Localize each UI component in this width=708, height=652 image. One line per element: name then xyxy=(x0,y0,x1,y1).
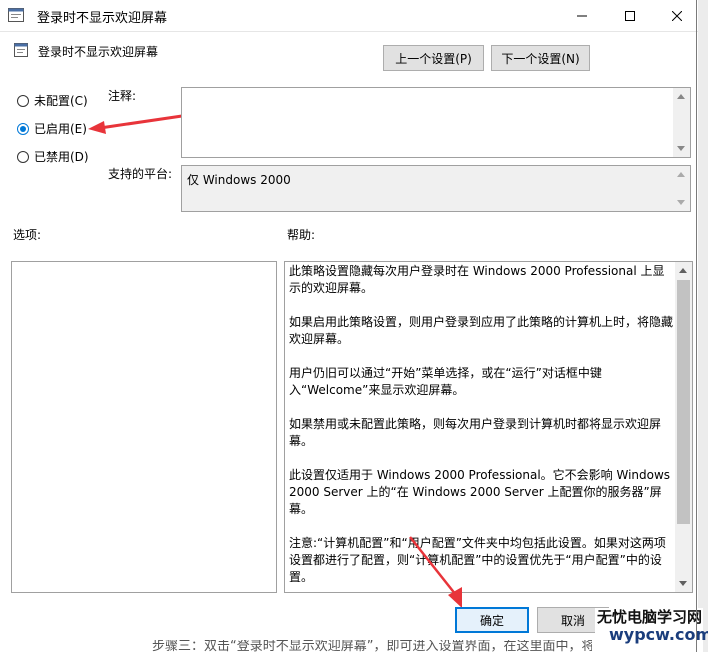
radio-enabled-circle[interactable] xyxy=(17,122,29,135)
radio-disabled-label: 已禁用(D) xyxy=(34,150,89,164)
watermark-line2: wypcw.com xyxy=(609,625,708,644)
options-pane xyxy=(11,261,277,593)
scroll-up-icon xyxy=(677,94,685,99)
radio-enabled-label: 已启用(E) xyxy=(34,122,87,136)
scroll-down-icon xyxy=(677,146,685,151)
help-paragraph: 用户仍旧可以通过“开始”菜单选择，或在“运行”对话框中键入“Welcome”来显… xyxy=(289,366,602,397)
window-title: 登录时不显示欢迎屏幕 xyxy=(37,11,168,26)
scroll-down-icon xyxy=(679,581,687,586)
article-caption-text: 步骤三：双击“登录时不显示欢迎屏幕”，即可进入设置界面，在这里面中，将 xyxy=(152,640,592,652)
scroll-down-icon xyxy=(677,200,685,205)
scroll-up-icon xyxy=(679,268,687,273)
radio-enabled[interactable]: 已启用(E) xyxy=(17,120,87,137)
help-paragraph: 如果禁用或未配置此策略，则每次用户登录到计算机时都将显示欢迎屏幕。 xyxy=(289,417,662,448)
radio-disabled-circle[interactable] xyxy=(17,150,29,163)
help-paragraph: 如果启用此策略设置，则用户登录到应用了此策略的计算机上时，将隐藏欢迎屏幕。 xyxy=(289,315,674,346)
help-scrollbar[interactable] xyxy=(675,262,692,592)
comment-textarea[interactable] xyxy=(181,87,691,158)
scroll-up-icon xyxy=(677,172,685,177)
annotation-arrow-ok xyxy=(409,536,462,608)
options-section-label: 选项: xyxy=(13,228,42,242)
policy-setting-icon xyxy=(14,43,28,57)
article-caption: 步骤三：双击“登录时不显示欢迎屏幕”，即可进入设置界面，在这里面中，将 xyxy=(152,640,592,652)
close-icon xyxy=(672,10,682,21)
policy-name: 登录时不显示欢迎屏幕 xyxy=(38,45,159,59)
policy-window-icon xyxy=(8,8,24,22)
close-button[interactable] xyxy=(654,0,700,31)
watermark-line1: 无忧电脑学习网 xyxy=(597,608,703,626)
platform-label: 支持的平台: xyxy=(108,167,173,181)
radio-disabled[interactable]: 已禁用(D) xyxy=(17,148,89,165)
help-text: 此策略设置隐藏每次用户登录时在 Windows 2000 Professiona… xyxy=(289,263,674,603)
ok-button[interactable]: 确定 xyxy=(455,607,529,633)
comment-label: 注释: xyxy=(108,89,137,103)
title-bar: 登录时不显示欢迎屏幕 xyxy=(0,0,698,32)
platform-scrollbar[interactable] xyxy=(673,166,690,211)
radio-not-configured[interactable]: 未配置(C) xyxy=(17,92,88,109)
platform-field: 仅 Windows 2000 xyxy=(181,165,691,212)
background-window-strip xyxy=(698,0,708,652)
help-paragraph: 此设置仅适用于 Windows 2000 Professional。它不会影响 … xyxy=(289,468,671,516)
comment-scrollbar[interactable] xyxy=(673,88,690,157)
annotation-arrow-enabled xyxy=(88,114,183,134)
radio-not-configured-label: 未配置(C) xyxy=(34,94,88,108)
platform-value: 仅 Windows 2000 xyxy=(187,173,291,187)
minimize-button[interactable] xyxy=(559,0,605,31)
help-scrollbar-thumb[interactable] xyxy=(677,280,690,524)
next-setting-button[interactable]: 下一个设置(N) xyxy=(491,45,590,71)
maximize-icon xyxy=(625,10,635,21)
previous-setting-button[interactable]: 上一个设置(P) xyxy=(383,45,484,71)
help-paragraph: 此策略设置隐藏每次用户登录时在 Windows 2000 Professiona… xyxy=(289,264,665,295)
radio-not-configured-circle[interactable] xyxy=(17,94,29,107)
maximize-button[interactable] xyxy=(607,0,653,31)
help-paragraph: 注意:“计算机配置”和“用户配置”文件夹中均包括此设置。如果对这两项设置都进行了… xyxy=(289,536,666,584)
help-section-label: 帮助: xyxy=(287,228,316,242)
watermark: 无忧电脑学习网 wypcw.com xyxy=(595,608,708,652)
minimize-icon xyxy=(577,15,587,16)
